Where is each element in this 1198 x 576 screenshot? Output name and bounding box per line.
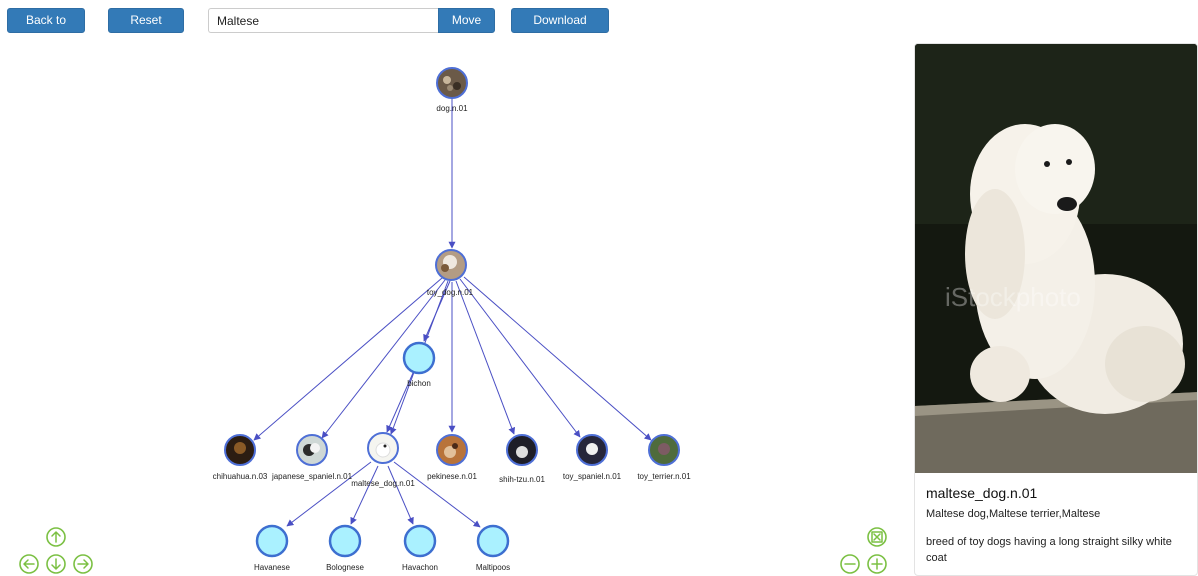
graph-node-pekinese[interactable]: pekinese.n.01 — [427, 434, 477, 481]
graph-node-shih-tzu[interactable]: shih-tzu.n.01 — [499, 434, 545, 484]
node-label: toy_terrier.n.01 — [637, 472, 691, 481]
search-input[interactable] — [208, 8, 439, 33]
node-label: chihuahua.n.03 — [213, 472, 268, 481]
watermark-text: iStockphoto — [945, 282, 1081, 312]
reset-graph-button[interactable]: Reset graph — [108, 8, 184, 50]
edge — [463, 276, 652, 441]
graph-node-toy-terrier[interactable]: toy_terrier.n.01 — [637, 434, 691, 481]
dog-photo: iStockphoto — [915, 44, 1197, 473]
node-label: Havachon — [402, 563, 438, 572]
zoom-out-icon[interactable] — [840, 554, 860, 574]
graph-node-bolognese[interactable]: Bolognese — [326, 524, 364, 572]
node-label: shih-tzu.n.01 — [499, 475, 545, 484]
edge — [455, 280, 516, 435]
node-label: Havanese — [254, 563, 291, 572]
graph-node-maltese-dog[interactable]: maltese_dog.n.01 — [351, 432, 415, 488]
arrow-down-icon[interactable] — [46, 554, 66, 574]
node-label: pekinese.n.01 — [427, 472, 477, 481]
back-to-root-button[interactable]: Back to root — [7, 8, 85, 50]
arrow-up-icon[interactable] — [46, 527, 66, 547]
edge — [387, 465, 414, 525]
graph-node-havanese[interactable]: Havanese — [254, 524, 291, 572]
graph-node-chihuahua[interactable]: chihuahua.n.03 — [213, 434, 268, 481]
definition-text: breed of toy dogs having a long straight… — [926, 536, 1172, 564]
edge — [459, 278, 581, 438]
move-to-button[interactable]: Move to — [438, 8, 495, 50]
detail-panel: iStockphoto maltese_dog.n.01 Maltese dog… — [914, 43, 1198, 576]
node-label: toy_spaniel.n.01 — [563, 472, 622, 481]
graph-node-bichon[interactable]: bichon — [402, 341, 436, 388]
graph-node-parent[interactable]: toy_dog.n.01 — [427, 249, 474, 297]
graph-node-toy-spaniel[interactable]: toy_spaniel.n.01 — [563, 434, 622, 481]
graph-canvas[interactable]: dog.n.01 toy_dog.n.01 bichon chihuahua.n… — [0, 40, 905, 576]
synset-title: maltese_dog.n.01 — [926, 485, 1038, 501]
arrow-right-icon[interactable] — [73, 554, 93, 574]
zoom-fit-icon[interactable] — [867, 527, 887, 547]
node-label: japanese_spaniel.n.01 — [271, 472, 353, 481]
zoom-in-icon[interactable] — [867, 554, 887, 574]
node-label: maltese_dog.n.01 — [351, 479, 415, 488]
node-label: bichon — [407, 379, 431, 388]
download-image-button[interactable]: Download image — [511, 8, 609, 50]
node-label: Maltipoos — [476, 563, 510, 572]
node-label: dog.n.01 — [436, 104, 468, 113]
arrow-left-icon[interactable] — [19, 554, 39, 574]
synonyms-text: Maltese dog,Maltese terrier,Maltese — [926, 508, 1101, 520]
graph-node-havachon[interactable]: Havachon — [402, 524, 438, 572]
graph-node-maltipoos[interactable]: Maltipoos — [476, 524, 510, 572]
graph-node-japanese-spaniel[interactable]: japanese_spaniel.n.01 — [271, 434, 353, 481]
graph-node-root[interactable]: dog.n.01 — [436, 67, 468, 113]
node-label: Bolognese — [326, 563, 364, 572]
node-label: toy_dog.n.01 — [427, 288, 474, 297]
